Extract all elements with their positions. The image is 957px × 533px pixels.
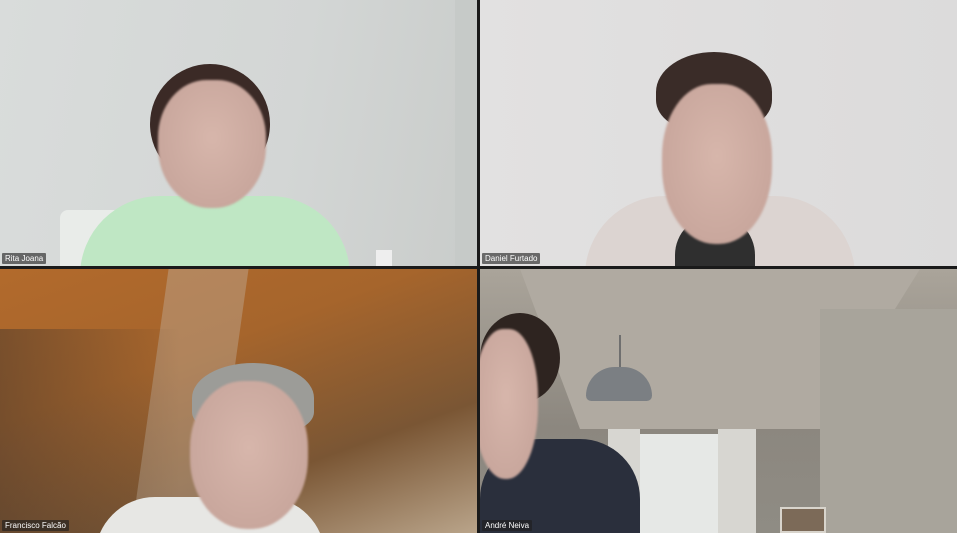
lamp-cord: [619, 335, 621, 369]
participant-name-label: André Neiva: [482, 520, 533, 531]
video-tile-francisco-falcao[interactable]: Francisco Falcão: [0, 269, 477, 533]
blurred-face: [480, 329, 538, 479]
blurred-face: [190, 381, 308, 529]
video-tile-rita-joana[interactable]: Rita Joana: [0, 0, 477, 266]
blurred-face: [158, 80, 266, 208]
right-wall: [820, 309, 957, 533]
wall-outlet: [376, 250, 392, 266]
participant-name-label: Rita Joana: [2, 253, 47, 264]
participant-name-label: Daniel Furtado: [482, 253, 541, 264]
video-tile-daniel-furtado[interactable]: Daniel Furtado: [480, 0, 957, 266]
blurred-face: [662, 84, 772, 244]
video-tile-andre-neiva[interactable]: André Neiva: [480, 269, 957, 533]
participant-name-label: Francisco Falcão: [2, 520, 69, 531]
video-grid: Rita Joana Daniel Furtado Francisco Falc…: [0, 0, 957, 533]
curtain-right: [718, 429, 756, 533]
picture-frame: [780, 507, 826, 533]
doorframe: [455, 0, 477, 266]
